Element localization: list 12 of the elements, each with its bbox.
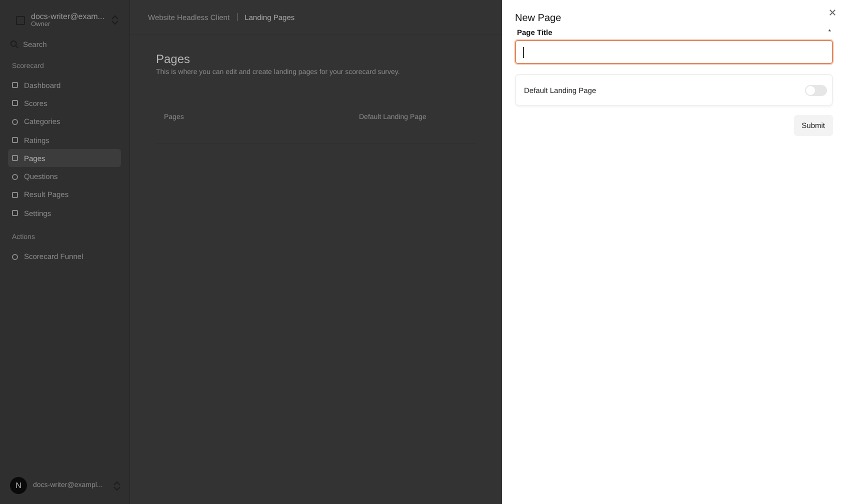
toggle-switch[interactable] xyxy=(805,84,827,96)
circle-icon xyxy=(12,174,18,180)
page-title-field[interactable] xyxy=(515,40,833,64)
circle-icon xyxy=(12,254,18,260)
page-title: Pages xyxy=(156,52,192,66)
account-name[interactable]: docs-writer@exam... xyxy=(31,12,105,21)
separator-icon xyxy=(236,13,238,21)
text-cursor xyxy=(523,47,524,58)
close-icon[interactable] xyxy=(829,9,836,16)
panel-title: New Page xyxy=(515,13,562,24)
avatar: N xyxy=(10,477,27,494)
circle-icon xyxy=(12,118,18,125)
